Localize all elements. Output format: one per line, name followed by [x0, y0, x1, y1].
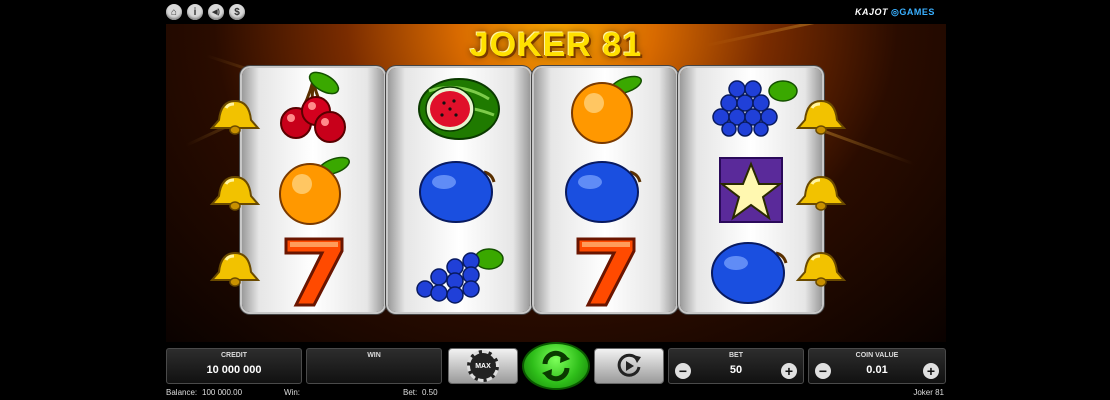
- control-bar: CREDIT 10 000 000 WIN MAX BET 50 − + COI…: [166, 342, 946, 390]
- symbol-plum: [534, 149, 676, 230]
- spin-button[interactable]: [522, 342, 590, 390]
- brand-logo: KAJOT ◎GAMES: [855, 7, 935, 18]
- max-bet-chip-icon: MAX: [467, 350, 499, 382]
- sound-icon[interactable]: ◀): [208, 4, 224, 20]
- bell-icon: [795, 175, 847, 211]
- footer-win-label: Win:: [284, 388, 300, 397]
- win-panel: WIN: [306, 348, 442, 384]
- game-title: JOKER 81: [469, 26, 643, 64]
- top-icon-group: ⌂ i ◀) $: [166, 4, 245, 20]
- paytable-icon[interactable]: $: [229, 4, 245, 20]
- brand-games-text: GAMES: [899, 7, 935, 17]
- credit-panel: CREDIT 10 000 000: [166, 348, 302, 384]
- autoplay-button[interactable]: [594, 348, 664, 384]
- bet-increase-button[interactable]: +: [781, 363, 797, 379]
- coin-value-label: COIN VALUE: [855, 352, 899, 359]
- coin-decrease-button[interactable]: −: [815, 363, 831, 379]
- symbol-watermelon: [388, 68, 530, 149]
- bell-icon: [209, 99, 261, 135]
- autoplay-icon: [617, 353, 641, 377]
- symbol-plum: [388, 149, 530, 230]
- seven-icon: [284, 237, 344, 306]
- grapes-icon: [416, 247, 504, 304]
- orange-icon: [571, 75, 642, 144]
- symbol-grapes: [388, 230, 530, 311]
- bell-icon: [209, 251, 261, 287]
- brand-name: KAJOT: [855, 7, 889, 17]
- bet-panel: BET 50 − +: [668, 348, 804, 384]
- game-stage: JOKER 81: [166, 24, 946, 342]
- reel-3: [534, 68, 676, 312]
- bet-decrease-button[interactable]: −: [675, 363, 691, 379]
- bell-icon: [795, 99, 847, 135]
- symbol-seven: [534, 230, 676, 311]
- footer-bet-label: Bet:: [403, 388, 418, 397]
- top-bar: ⌂ i ◀) $ KAJOT ◎GAMES: [0, 0, 1110, 24]
- seven-icon: [576, 237, 636, 306]
- grapes-icon: [712, 79, 798, 137]
- plum-icon: [565, 160, 642, 223]
- symbol-orange: [534, 68, 676, 149]
- credit-value: 10 000 000: [206, 364, 262, 376]
- brand-games: ◎GAMES: [891, 7, 935, 17]
- spin-arrows-icon: [542, 350, 570, 382]
- bell-icon: [795, 251, 847, 287]
- orange-icon: [279, 156, 350, 225]
- status-footer: Balance: 100 000.00 Win: Bet: 0.50 Joker…: [166, 386, 946, 400]
- max-bet-label: MAX: [475, 362, 491, 370]
- info-icon[interactable]: i: [187, 4, 203, 20]
- bet-label: BET: [729, 352, 743, 359]
- watermelon-icon: [418, 77, 500, 140]
- plum-icon: [419, 160, 496, 223]
- balance-value: 100 000.00: [202, 388, 243, 397]
- win-label: WIN: [367, 352, 381, 359]
- credit-label: CREDIT: [220, 352, 248, 359]
- balance-label: Balance:: [166, 388, 198, 397]
- bell-icon: [209, 175, 261, 211]
- reel-2: [388, 68, 530, 312]
- coin-value-panel: COIN VALUE 0.01 − +: [808, 348, 946, 384]
- max-bet-button[interactable]: MAX: [448, 348, 518, 384]
- footer-game-name: Joker 81: [913, 388, 944, 397]
- star-icon: [719, 156, 783, 223]
- cherries-icon: [280, 71, 346, 143]
- plum-icon: [711, 241, 788, 304]
- coin-increase-button[interactable]: +: [923, 363, 939, 379]
- home-icon[interactable]: ⌂: [166, 4, 182, 20]
- footer-bet-value: 0.50: [422, 388, 438, 397]
